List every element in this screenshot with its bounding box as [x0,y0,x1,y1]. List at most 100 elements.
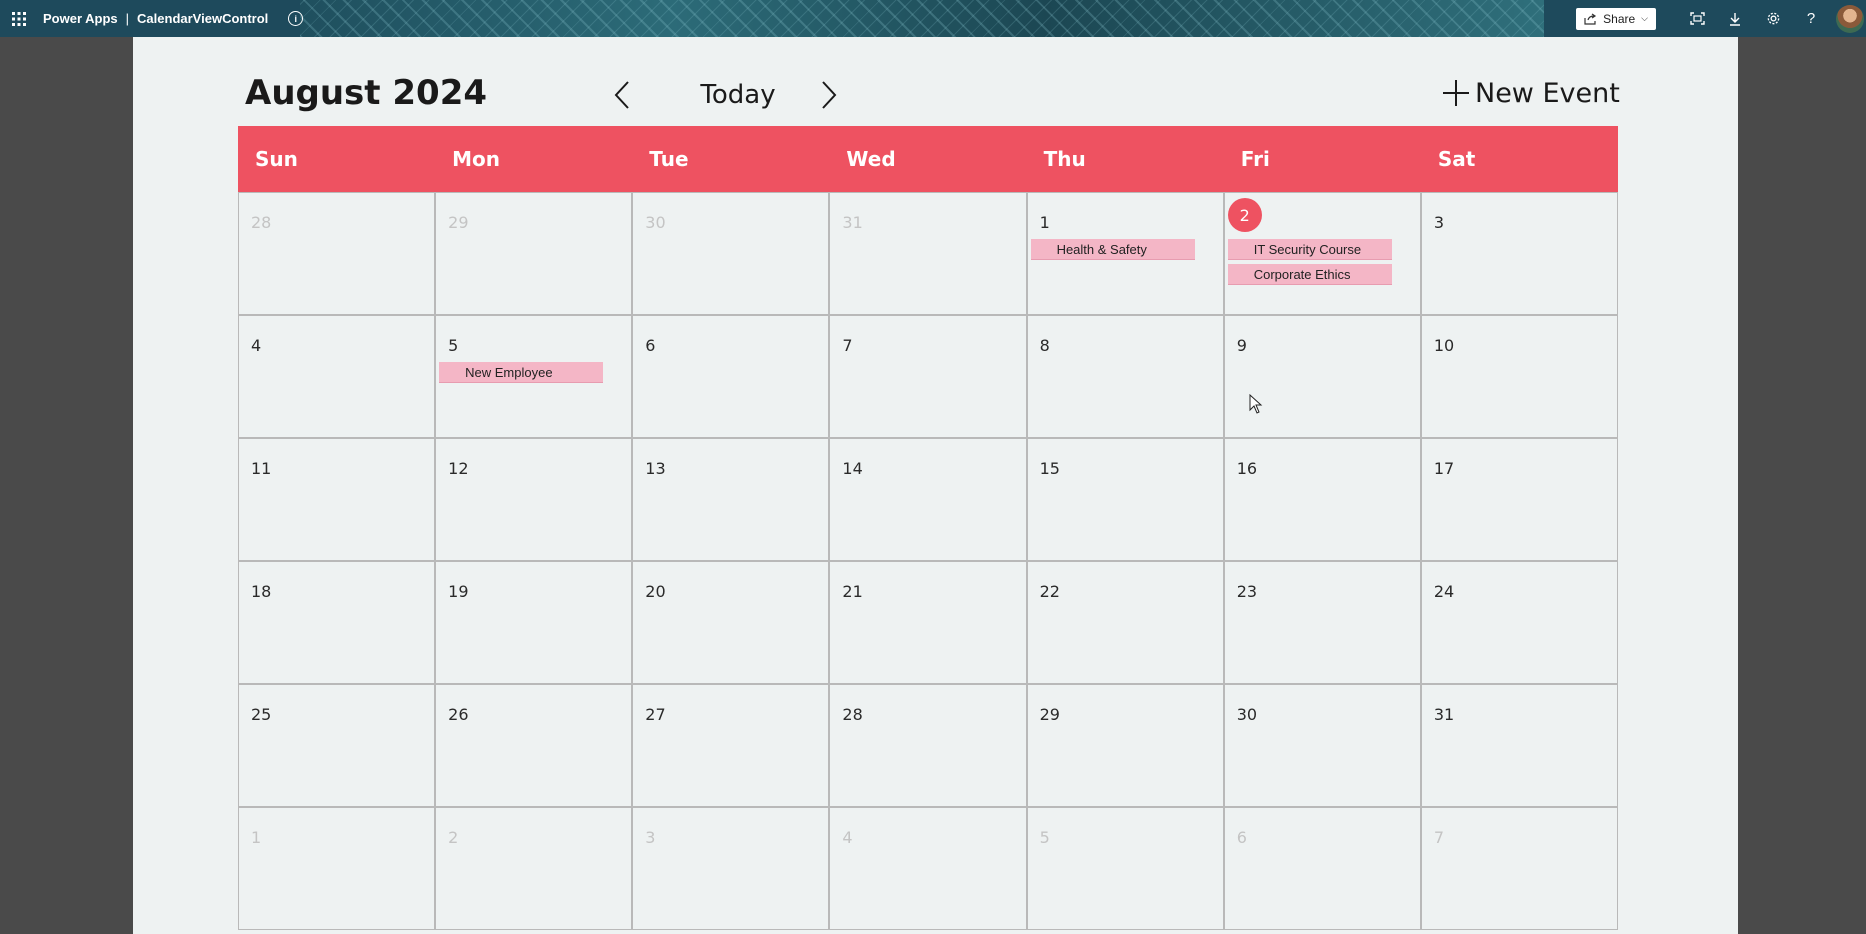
new-event-button[interactable]: New Event [1443,71,1620,115]
calendar-day-cell[interactable]: 14 [829,438,1027,561]
weekday-header-tue: Tue [649,147,689,171]
day-number: 6 [1236,827,1247,847]
calendar-day-cell[interactable]: 29 [1026,684,1224,807]
day-number: 29 [448,212,469,232]
calendar-day-cell[interactable]: 21 [829,561,1027,684]
day-number: 2 [448,827,459,847]
calendar-day-cell[interactable]: 6 [1223,807,1421,930]
calendar-day-cell[interactable]: 31 [829,192,1027,315]
avatar[interactable] [1836,4,1864,33]
calendar-day-cell[interactable]: 9 [1223,315,1421,438]
event-chip[interactable]: Health & Safety [1030,239,1195,260]
calendar-week-row: 1 2 3 4 5 6 7 [238,807,1618,930]
day-number: 12 [448,458,469,478]
calendar-day-cell[interactable]: 16 [1223,438,1421,561]
day-number: 7 [1433,827,1445,847]
calendar-day-cell[interactable]: 1 Health & Safety [1026,192,1224,315]
event-chip[interactable]: IT Security Course [1227,239,1392,260]
calendar-day-cell[interactable]: 4 [829,807,1027,930]
calendar-day-cell[interactable]: 3 [1420,192,1618,315]
calendar-day-cell[interactable]: 30 [632,192,830,315]
day-number: 21 [842,581,863,601]
event-chip[interactable]: New Employee [439,362,604,383]
calendar-day-cell[interactable]: 27 [632,684,830,807]
day-number: 5 [1039,827,1050,847]
waffle-icon[interactable] [0,0,37,37]
calendar-day-cell[interactable]: 28 [238,192,436,315]
calendar-day-cell[interactable]: 7 [1420,807,1618,930]
calendar-week-row: 11 12 13 14 15 16 17 [238,438,1618,561]
calendar-day-cell[interactable]: 11 [238,438,436,561]
calendar-day-cell[interactable]: 7 [829,315,1027,438]
download-icon[interactable] [1716,0,1754,37]
calendar-day-cell[interactable]: 5 New Employee [435,315,633,438]
day-number: 4 [842,827,853,847]
day-number: 14 [842,458,863,478]
calendar-day-cell[interactable]: 12 [435,438,633,561]
calendar-day-cell[interactable]: 4 [238,315,436,438]
calendar-day-cell[interactable]: 8 [1026,315,1224,438]
calendar-day-cell[interactable]: 26 [435,684,633,807]
calendar-day-cell[interactable]: 29 [435,192,633,315]
day-number: 10 [1433,335,1455,355]
day-number: 8 [1039,335,1050,355]
next-month-button[interactable] [809,75,849,115]
day-events: Health & Safety [1030,239,1195,260]
calendar-day-cell-today[interactable]: 2 IT Security Course Corporate Ethics [1223,192,1421,315]
share-button[interactable]: Share ⌵ [1576,7,1656,30]
calendar-day-cell[interactable]: 23 [1223,561,1421,684]
calendar-day-cell[interactable]: 6 [632,315,830,438]
calendar-title: August 2024 [245,73,488,113]
weekday-header-fri: Fri [1240,147,1270,171]
calendar-day-cell[interactable]: 25 [238,684,436,807]
app-title-text: CalendarViewControl [137,11,269,26]
calendar-day-cell[interactable]: 13 [632,438,830,561]
day-number: 2 [1227,198,1262,232]
day-number: 30 [645,212,666,232]
fit-screen-icon[interactable] [1678,0,1716,37]
calendar-day-cell[interactable]: 30 [1223,684,1421,807]
calendar-day-cell[interactable]: 24 [1420,561,1618,684]
day-events: New Employee [439,362,604,383]
today-button[interactable]: Today [673,75,803,115]
day-number: 19 [448,581,469,601]
help-icon[interactable]: ? [1792,0,1830,37]
day-number: 22 [1039,581,1060,601]
calendar-day-cell[interactable]: 15 [1026,438,1224,561]
calendar-day-cell[interactable]: 28 [829,684,1027,807]
calendar-day-cell[interactable]: 5 [1026,807,1224,930]
calendar-day-cell[interactable]: 31 [1420,684,1618,807]
calendar-day-cell[interactable]: 19 [435,561,633,684]
calendar-day-cell[interactable]: 18 [238,561,436,684]
day-number: 3 [645,827,656,847]
settings-icon[interactable] [1754,0,1792,37]
previous-month-button[interactable] [602,75,642,115]
calendar-day-cell[interactable]: 22 [1026,561,1224,684]
calendar-day-cell[interactable]: 20 [632,561,830,684]
day-number: 24 [1433,581,1455,601]
new-event-label: New Event [1475,77,1620,109]
calendar-day-cell[interactable]: 3 [632,807,830,930]
day-number: 20 [645,581,666,601]
calendar-day-cell[interactable]: 1 [238,807,436,930]
day-number: 5 [448,335,459,355]
weekday-header-sat: Sat [1437,147,1476,171]
day-number: 23 [1236,581,1258,601]
day-number: 4 [251,335,262,355]
calendar-week-row: 28 29 30 31 1 Health & Safety 2 IT Security Cou… [238,192,1618,315]
calendar-day-cell[interactable]: 2 [435,807,633,930]
day-number: 6 [645,335,656,355]
calendar-week-row: 25 26 27 28 29 30 31 [238,684,1618,807]
event-chip[interactable]: Corporate Ethics [1227,264,1392,285]
toolbar: Share ⌵ ? [1576,0,1866,37]
app-canvas: August 2024 Today New Event Sun Mon Tue Wed… [133,37,1738,934]
day-number: 29 [1039,704,1060,724]
calendar-day-cell[interactable]: 10 [1420,315,1618,438]
share-icon [1584,13,1597,25]
chevron-left-icon [614,81,629,109]
day-number: 18 [251,581,272,601]
weekday-header-wed: Wed [846,147,896,171]
day-number: 3 [1433,212,1445,232]
calendar-day-cell[interactable]: 17 [1420,438,1618,561]
share-label: Share [1603,11,1636,26]
